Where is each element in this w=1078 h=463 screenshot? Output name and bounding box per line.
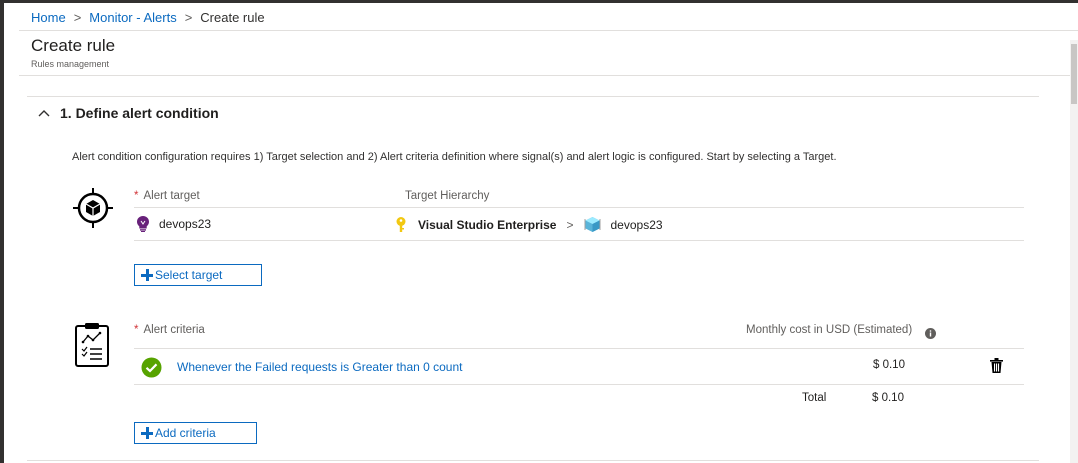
divider <box>134 384 1024 385</box>
divider <box>134 348 1024 349</box>
left-nav-edge <box>0 3 4 463</box>
select-target-button[interactable]: Select target <box>134 264 262 286</box>
divider <box>19 30 1078 31</box>
alert-target-value: devops23 <box>137 216 211 232</box>
criteria-row-link[interactable]: Whenever the Failed requests is Greater … <box>177 360 463 374</box>
total-value: $ 0.10 <box>872 392 904 404</box>
breadcrumb-monitor-alerts[interactable]: Monitor - Alerts <box>89 10 176 25</box>
breadcrumb-home[interactable]: Home <box>31 10 66 25</box>
breadcrumb-current: Create rule <box>200 10 265 25</box>
divider <box>19 75 1078 76</box>
chevron-up-icon[interactable] <box>37 106 51 120</box>
breadcrumb-separator: > <box>73 10 82 25</box>
target-hierarchy-value: Visual Studio Enterprise > devops23 <box>396 216 663 233</box>
section-title: 1. Define alert condition <box>60 105 219 121</box>
select-target-label: Select target <box>155 268 223 282</box>
check-circle-icon <box>141 357 162 378</box>
target-icon <box>73 188 113 228</box>
top-bar <box>0 0 1078 3</box>
trash-icon[interactable] <box>990 358 1003 373</box>
alert-target-name: devops23 <box>159 217 212 231</box>
breadcrumb: Home > Monitor - Alerts > Create rule <box>31 10 265 25</box>
cube-icon <box>584 216 601 233</box>
plus-icon <box>141 269 153 281</box>
add-criteria-button[interactable]: Add criteria <box>134 422 257 444</box>
page-title: Create rule <box>31 36 116 55</box>
page-subtitle: Rules management <box>31 59 110 69</box>
hierarchy-resource-name: devops23 <box>610 217 663 232</box>
plus-icon <box>141 427 153 439</box>
divider <box>27 460 1039 461</box>
clipboard-icon <box>74 322 110 368</box>
alert-target-label: * Alert target <box>134 190 200 202</box>
target-hierarchy-label: Target Hierarchy <box>405 190 490 202</box>
hierarchy-separator: > <box>566 217 574 232</box>
scrollbar-thumb[interactable] <box>1071 44 1077 104</box>
breadcrumb-separator: > <box>184 10 193 25</box>
lightbulb-icon <box>137 216 149 232</box>
alert-criteria-label: * Alert criteria <box>134 324 205 336</box>
divider <box>134 240 1024 241</box>
subscription-name: Visual Studio Enterprise <box>418 217 557 232</box>
add-criteria-label: Add criteria <box>155 426 216 440</box>
divider <box>27 96 1039 97</box>
section-header[interactable]: 1. Define alert condition <box>37 105 219 121</box>
section-description: Alert condition configuration requires 1… <box>72 151 837 163</box>
total-label: Total <box>802 392 827 404</box>
monthly-cost-label: Monthly cost in USD (Estimated) <box>746 324 913 336</box>
criteria-row-cost: $ 0.10 <box>873 359 905 371</box>
divider <box>134 207 1024 208</box>
key-icon <box>396 216 406 233</box>
info-icon[interactable] <box>925 326 936 339</box>
